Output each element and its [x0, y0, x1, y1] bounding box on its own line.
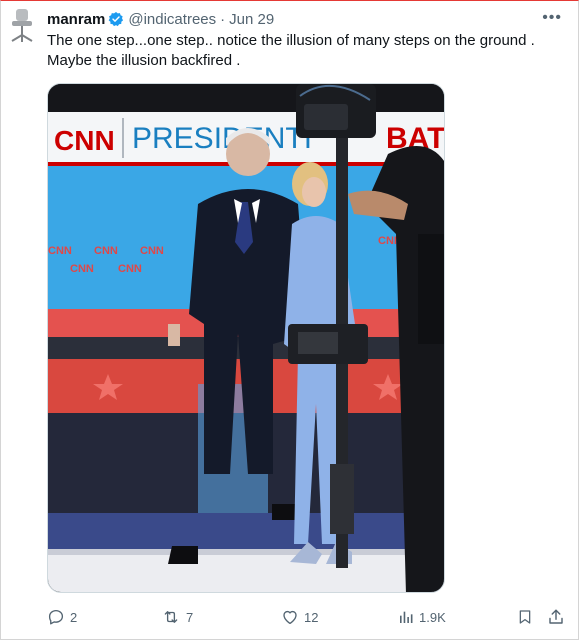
avatar[interactable] [7, 7, 37, 45]
bookmark-button[interactable] [517, 608, 533, 626]
author-name[interactable]: manram [47, 11, 105, 28]
screen-logo-5: CNN [118, 263, 142, 275]
banner-cnn-logo: CNN [54, 125, 115, 156]
views-button[interactable]: 1.9K [398, 609, 446, 625]
debate-stage-photo: CNN PRESIDENTI BAT CNN CNN CNN CNN CNN C… [48, 84, 444, 592]
tweet-date[interactable]: Jun 29 [229, 11, 274, 28]
heart-icon [283, 610, 297, 625]
repost-icon [164, 611, 178, 623]
repost-button[interactable]: 7 [161, 608, 193, 626]
screen-logo-2: CNN [94, 245, 118, 257]
bookmark-icon [519, 610, 531, 624]
views-count: 1.9K [419, 609, 446, 625]
tweet-photo[interactable]: CNN PRESIDENTI BAT CNN CNN CNN CNN CNN C… [47, 83, 445, 593]
more-options-icon[interactable]: ••• [542, 9, 562, 27]
screen-logo-1: CNN [48, 245, 72, 257]
separator-dot: · [220, 10, 226, 28]
screen-logo-4: CNN [70, 263, 94, 275]
author-handle[interactable]: @indicatrees [128, 11, 216, 28]
repost-count: 7 [186, 609, 194, 625]
reply-icon [48, 609, 64, 625]
verified-badge-icon [108, 11, 124, 27]
tweet-header: manram @indicatrees · Jun 29 ••• [47, 9, 568, 29]
like-button[interactable]: 12 [281, 608, 318, 626]
share-button[interactable] [547, 608, 565, 626]
action-bar: 2 7 12 1.9K [47, 605, 567, 629]
share-icon [549, 609, 563, 624]
banner-text: PRESIDENTI [132, 122, 312, 155]
tweet-text-line-2: Maybe the illusion backfired . [47, 52, 241, 69]
tweet-text-line-1: The one step...one step.. notice the ill… [47, 32, 535, 49]
screen-logo-3: CNN [140, 245, 164, 257]
like-count: 12 [304, 609, 319, 625]
views-chart-icon [400, 611, 413, 623]
tweet-card[interactable]: manram @indicatrees · Jun 29 ••• The one… [1, 1, 578, 639]
reply-button[interactable]: 2 [47, 608, 77, 626]
tweet-text: The one step...one step.. notice the ill… [47, 31, 567, 71]
reply-count: 2 [70, 609, 78, 625]
chair-avatar-icon [11, 9, 33, 42]
